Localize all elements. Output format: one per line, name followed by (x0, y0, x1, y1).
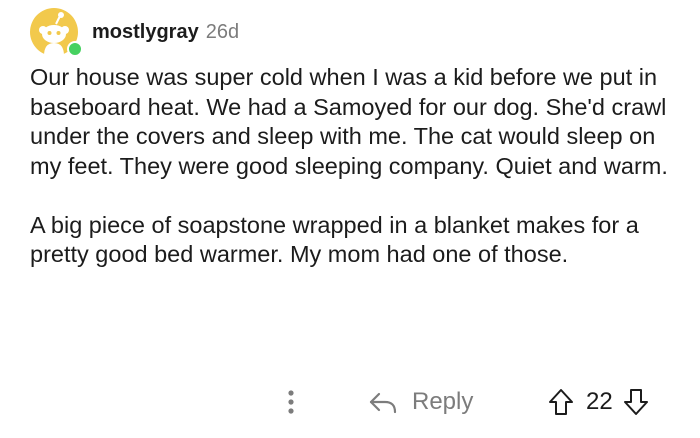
reply-arrow-icon (369, 392, 397, 414)
avatar[interactable] (30, 8, 83, 57)
reply-button[interactable]: Reply (368, 382, 473, 422)
more-options-button[interactable] (278, 384, 304, 420)
username[interactable]: mostlygray (92, 21, 199, 44)
comment-body: Our house was super cold when I was a ki… (30, 63, 690, 270)
reply-label: Reply (412, 388, 474, 415)
comment-age: 26d (205, 20, 240, 43)
downvote-arrow-icon[interactable] (623, 388, 649, 416)
more-vertical-icon (288, 390, 294, 414)
comment-header: mostlygray 26d (30, 8, 239, 57)
comment-actions: Reply 22 (0, 380, 700, 424)
vote-score: 22 (586, 388, 613, 415)
online-status-dot (67, 41, 83, 57)
vote-controls: 22 (548, 382, 649, 422)
upvote-arrow-icon[interactable] (548, 388, 574, 416)
comment-paragraph: A big piece of soapstone wrapped in a bl… (30, 211, 639, 268)
comment: mostlygray 26d Our house was super cold … (0, 0, 700, 438)
comment-paragraph: Our house was super cold when I was a ki… (30, 64, 668, 179)
comment-meta: mostlygray 26d (92, 21, 239, 44)
